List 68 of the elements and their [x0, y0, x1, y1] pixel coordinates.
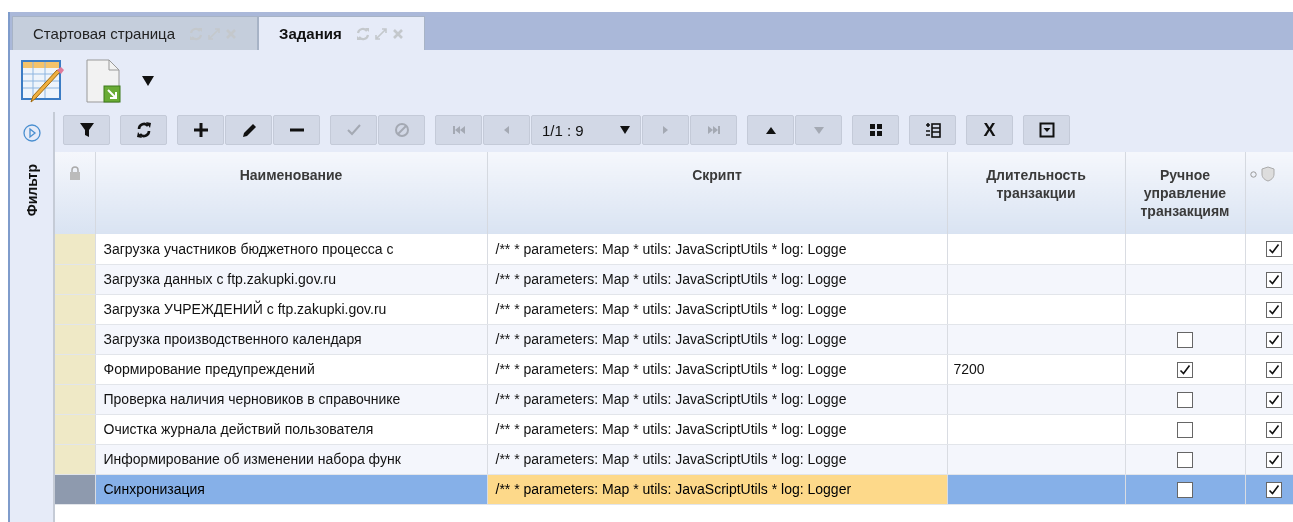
table-cell: /** * parameters: Map * utils: JavaScriptUtils * log: Logge — [487, 384, 947, 414]
table-cell: Синхронизация — [95, 474, 487, 504]
column-header[interactable]: Длительность транзакции — [947, 152, 1125, 234]
table-edit-icon[interactable] — [20, 58, 66, 104]
checkbox[interactable] — [1177, 331, 1193, 348]
table-cell: Загрузка данных с ftp.zakupki.gov.ru — [95, 264, 487, 294]
dropdown-arrow-icon[interactable] — [142, 76, 154, 86]
checkbox[interactable] — [1265, 421, 1282, 438]
checkbox[interactable] — [1265, 451, 1282, 468]
document-export-icon[interactable] — [84, 58, 124, 104]
refresh-button[interactable] — [120, 115, 167, 145]
table-cell: Загрузка УЧРЕЖДЕНИЙ с ftp.zakupki.gov.ru — [95, 294, 487, 324]
filter-panel-label[interactable]: Фильтр — [23, 164, 40, 217]
column-header[interactable]: Скрипт — [487, 152, 947, 234]
collapse-box-icon — [1038, 122, 1055, 138]
checkbox[interactable] — [1177, 391, 1193, 408]
column-header[interactable]: Ручное управление транзакциям — [1125, 152, 1245, 234]
table-cell: Информирование об изменении набора функ — [95, 444, 487, 474]
grid-icon — [867, 122, 884, 138]
table-cell: /** * parameters: Map * utils: JavaScriptUtils * log: Logge — [487, 234, 947, 264]
table-cell: /** * parameters: Map * utils: JavaScriptUtils * log: Logge — [487, 324, 947, 354]
checkbox[interactable] — [1265, 361, 1282, 378]
table-cell: /** * parameters: Map * utils: JavaScriptUtils * log: Logge — [487, 444, 947, 474]
filter-icon — [78, 122, 95, 138]
filter-button[interactable] — [63, 115, 110, 145]
column-list-icon — [924, 122, 941, 138]
checkbox[interactable] — [1265, 241, 1282, 258]
table-cell: /** * parameters: Map * utils: JavaScriptUtils * log: Logge — [487, 294, 947, 324]
table-cell: /** * parameters: Map * utils: JavaScriptUtils * log: Logge — [487, 414, 947, 444]
checkbox[interactable] — [1177, 481, 1193, 498]
checkbox[interactable] — [1177, 451, 1193, 468]
next-icon — [662, 125, 669, 135]
plus-icon — [192, 122, 209, 138]
checkbox[interactable] — [1265, 301, 1282, 318]
dropdown-arrow-icon — [620, 126, 630, 134]
column-list-button[interactable] — [909, 115, 956, 145]
checkbox[interactable] — [1265, 331, 1282, 348]
checkbox[interactable] — [1265, 271, 1282, 288]
circle-icon — [1249, 170, 1257, 178]
table-cell: Загрузка производственного календаря — [95, 324, 487, 354]
lock-icon — [68, 166, 81, 180]
collapse-box-button[interactable] — [1023, 115, 1070, 145]
table-cell: Проверка наличия черновиков в справочнике — [95, 384, 487, 414]
page-selector[interactable]: 1/1 : 9 — [531, 115, 641, 145]
table-cell: Загрузка участников бюджетного процесса с — [95, 234, 487, 264]
table-cell: 7200 — [947, 354, 1125, 384]
expand-panel-icon[interactable] — [22, 124, 41, 142]
table-cell: /** * parameters: Map * utils: JavaScriptUtils * log: Logger — [487, 474, 947, 504]
up-arrow-button[interactable] — [747, 115, 794, 145]
export-button[interactable]: X — [966, 115, 1013, 145]
pencil-button[interactable] — [225, 115, 272, 145]
table-cell: Формирование предупреждений — [95, 354, 487, 384]
shield-icon — [1260, 166, 1275, 183]
table-cell: Очистка журнала действий пользователя — [95, 414, 487, 444]
table-cell: /** * parameters: Map * utils: JavaScriptUtils * log: Logge — [487, 354, 947, 384]
checkbox[interactable] — [1265, 481, 1282, 498]
checkbox[interactable] — [1177, 361, 1193, 378]
checkbox[interactable] — [1265, 391, 1282, 408]
refresh-icon — [135, 122, 152, 138]
cancel-icon — [393, 122, 410, 138]
checkmark-icon — [345, 122, 362, 138]
pencil-icon — [240, 122, 257, 138]
table-cell: /** * parameters: Map * utils: JavaScriptUtils * log: Logge — [487, 264, 947, 294]
checkbox[interactable] — [1177, 421, 1193, 438]
grid-button[interactable] — [852, 115, 899, 145]
column-header[interactable]: Наименование — [95, 152, 487, 234]
plus-button[interactable] — [177, 115, 224, 145]
previous-icon — [503, 125, 510, 135]
